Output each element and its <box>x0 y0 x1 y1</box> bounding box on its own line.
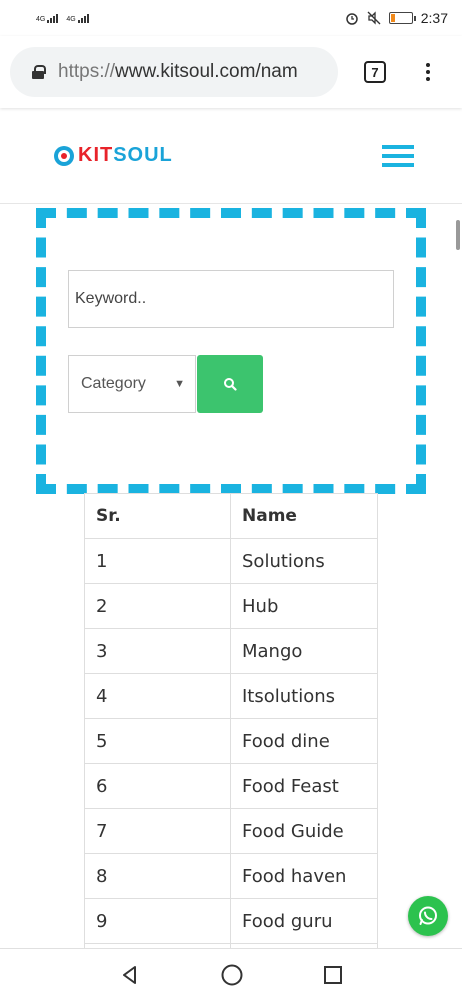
row-name: Food Guide <box>230 808 378 854</box>
row-sr: 6 <box>84 763 231 809</box>
row-sr: 1 <box>84 538 231 584</box>
row-sr: 7 <box>84 808 231 854</box>
status-right: 2:37 <box>345 10 448 26</box>
row-sr: 3 <box>84 628 231 674</box>
hamburger-menu-icon[interactable] <box>382 144 414 167</box>
android-nav-bar <box>0 948 462 1000</box>
site-header: KIT SOUL <box>0 108 462 204</box>
row-name: Mango <box>230 628 378 674</box>
row-name: Food guru <box>230 898 378 944</box>
keyword-input[interactable] <box>68 270 394 328</box>
address-bar[interactable]: https://www.kitsoul.com/nam <box>10 47 338 97</box>
battery-icon <box>388 12 416 24</box>
url-text: https://www.kitsoul.com/nam <box>58 61 298 82</box>
table-row: 9 Food guru <box>84 898 378 944</box>
search-button[interactable] <box>197 355 263 413</box>
row-name: Food dine <box>230 718 378 764</box>
status-bar: 4G 4G 2:37 <box>0 0 462 36</box>
row-sr: 4 <box>84 673 231 719</box>
header-sr: Sr. <box>84 493 231 539</box>
dropdown-caret-icon: ▼ <box>174 378 185 390</box>
signal-icon: 4G <box>36 13 59 23</box>
search-icon <box>224 378 237 391</box>
site-logo[interactable]: KIT SOUL <box>54 144 173 167</box>
back-icon[interactable] <box>119 964 141 986</box>
row-name: Solutions <box>230 538 378 584</box>
table-row: 5 Food dine <box>84 718 378 764</box>
signal-icon-2: 4G <box>66 13 89 23</box>
signal-indicators: 4G 4G <box>36 13 89 23</box>
header-name: Name <box>230 493 378 539</box>
table-header-row: Sr. Name <box>84 493 378 539</box>
location-pin-icon <box>54 145 74 166</box>
table-row: 6 Food Feast <box>84 763 378 809</box>
category-select[interactable]: Category ▼ <box>68 355 196 413</box>
recents-icon[interactable] <box>323 965 343 985</box>
lock-icon <box>32 65 46 79</box>
table-row: 4 Itsolutions <box>84 673 378 719</box>
more-vert-icon[interactable] <box>426 63 430 81</box>
table-row: 8 Food haven <box>84 853 378 899</box>
alarm-icon <box>346 13 358 25</box>
row-sr: 9 <box>84 898 231 944</box>
search-panel: Category ▼ <box>36 208 426 494</box>
table-row: 7 Food Guide <box>84 808 378 854</box>
row-name: Itsolutions <box>230 673 378 719</box>
table-row: 3 Mango <box>84 628 378 674</box>
table-row: 1 Solutions <box>84 538 378 584</box>
row-sr: 8 <box>84 853 231 899</box>
tabs-icon[interactable]: 7 <box>364 61 386 83</box>
results-table: Sr. Name 1 Solutions 2 Hub 3 Mango 4 Itsolut… <box>84 493 378 948</box>
row-sr: 2 <box>84 583 231 629</box>
row-name: Food Feast <box>230 763 378 809</box>
clock: 2:37 <box>420 10 448 26</box>
whatsapp-icon[interactable] <box>408 896 448 936</box>
row-name: Hub <box>230 583 378 629</box>
row-sr: 5 <box>84 718 231 764</box>
browser-toolbar: https://www.kitsoul.com/nam 7 <box>0 36 462 108</box>
web-page: KITSOUL Category ▼ Sr. Name 1Solutions 2… <box>0 108 462 948</box>
mute-icon <box>367 11 381 25</box>
home-icon[interactable] <box>220 963 244 987</box>
table-row: 2 Hub <box>84 583 378 629</box>
row-name: Food haven <box>230 853 378 899</box>
page-scrollbar[interactable] <box>456 220 460 250</box>
